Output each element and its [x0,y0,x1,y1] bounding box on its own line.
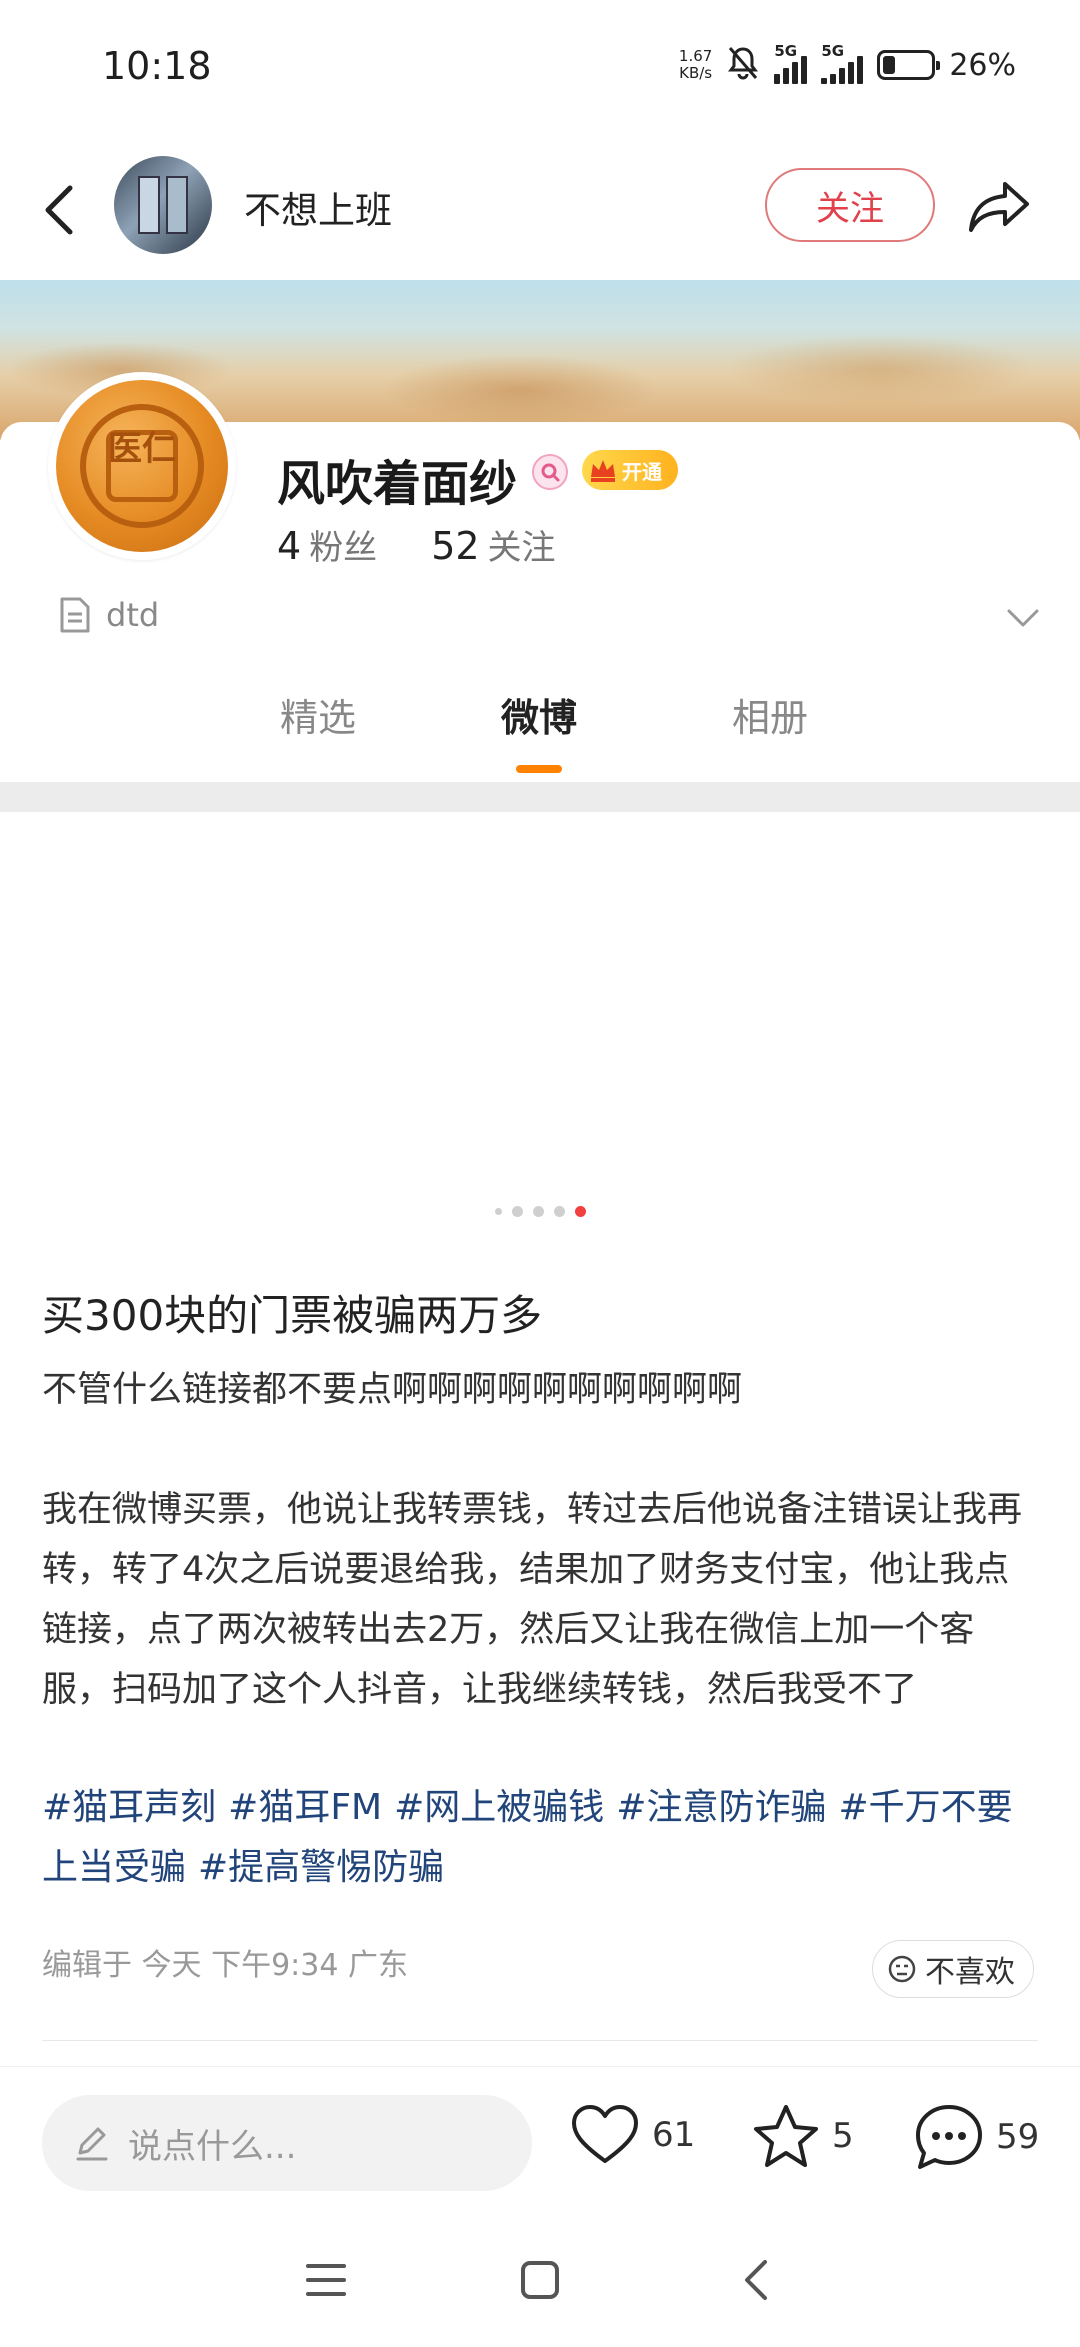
profile-avatar[interactable]: 医仁 [48,372,236,560]
crown-icon [591,460,615,482]
comment-button[interactable]: 59 [914,2103,1039,2171]
chevron-down-icon [1007,609,1039,627]
comment-input[interactable]: 说点什么... [42,2095,532,2191]
tab-album[interactable]: 相册 [710,687,830,742]
pencil-icon [76,2127,108,2161]
like-button[interactable]: 61 [570,2103,695,2167]
battery-icon [877,50,941,80]
carousel-dot [511,1206,523,1217]
nav-username[interactable]: 不想上班 [244,180,392,234]
carousel-dot [553,1206,565,1217]
top-nav: 不想上班 关注 [0,140,1080,280]
post-body: 不管什么链接都不要点啊啊啊啊啊啊啊啊啊啊 我在微博买票，他说让我转票钱，转过去后… [42,1360,1042,1720]
share-icon [969,182,1029,232]
bottom-action-bar: 说点什么... 61 5 59 [0,2066,1080,2216]
carousel-dot [574,1206,586,1217]
carousel-dot [494,1208,502,1215]
fans-stat[interactable]: 4 粉丝 [277,520,377,569]
neutral-face-icon [888,1955,916,1983]
expand-profile-button[interactable] [1000,598,1046,638]
tab-featured[interactable]: 精选 [258,687,378,742]
signal-icon-sim2: 5G [821,42,864,84]
status-icons: 1.67 KB/s 5G 5G 26% [679,40,1016,90]
post-paragraph: 我在微博买票，他说让我转票钱，转过去后他说备注错误让我再转，转了4次之后说要退给… [42,1490,1023,1710]
back-arrow-icon [745,2260,767,2300]
hashtag-link[interactable]: #网上被骗钱 [394,1787,604,1828]
share-button[interactable] [964,172,1034,242]
hashtag-link[interactable]: #猫耳声刻 [42,1787,216,1828]
chat-bubble-icon [916,2105,982,2169]
menu-button[interactable] [296,2250,356,2310]
profile-card: 医仁 风吹着面纱 开通 4 粉丝 52 关注 dtd 精选 微博 相册 [0,372,1080,782]
active-tab-indicator [516,765,562,773]
system-nav-bar [0,2216,1080,2347]
following-stat[interactable]: 52 关注 [431,520,555,569]
dislike-button[interactable]: 不喜欢 [872,1940,1034,1998]
tab-weibo[interactable]: 微博 [479,687,599,742]
favorite-button[interactable]: 5 [752,2103,854,2169]
status-bar: 10:18 1.67 KB/s 5G 5G 26% [0,0,1080,140]
hashtag-link[interactable]: #猫耳FM [228,1787,382,1828]
heart-icon [572,2105,638,2163]
battery-percent: 26% [949,47,1016,83]
search-badge-icon[interactable] [532,454,568,490]
follow-button[interactable]: 关注 [765,168,935,242]
star-icon [754,2105,818,2167]
hashtag-link[interactable]: #注意防诈骗 [616,1787,826,1828]
carousel-dot [532,1206,544,1217]
hashtag-link[interactable]: #提高警惕防骗 [198,1847,444,1888]
post-line-1: 不管什么链接都不要点啊啊啊啊啊啊啊啊啊啊 [42,1370,743,1410]
home-button[interactable] [510,2250,570,2310]
profile-stats: 4 粉丝 52 关注 [277,520,556,569]
post-hashtags: #猫耳声刻 #猫耳FM #网上被骗钱 #注意防诈骗 #千万不要上当受骗 #提高警惕防骗 [42,1778,1042,1898]
profile-name: 风吹着面纱 [277,456,518,512]
post-title: 买300块的门票被骗两万多 [42,1291,543,1340]
mute-bell-icon [726,45,760,85]
vip-open-badge[interactable]: 开通 [582,450,678,490]
network-speed: 1.67 KB/s [678,47,713,82]
post-image-carousel[interactable] [0,812,1080,1222]
status-time: 10:18 [102,44,212,88]
system-back-button[interactable] [726,2250,786,2310]
divider [42,2040,1038,2041]
post-meta: 编辑于 今天 下午9:34 广东 [42,1948,408,1983]
document-icon [60,597,90,633]
profile-description: dtd [58,596,159,634]
menu-icon [306,2264,346,2296]
chevron-left-icon [45,185,73,235]
square-home-icon [521,2261,559,2299]
back-button[interactable] [30,175,90,245]
signal-icon-sim1: 5G [774,42,808,84]
carousel-indicator [0,1206,1080,1217]
nav-avatar[interactable] [114,156,212,254]
section-divider [0,782,1080,812]
profile-tabs: 精选 微博 相册 [0,687,1080,782]
